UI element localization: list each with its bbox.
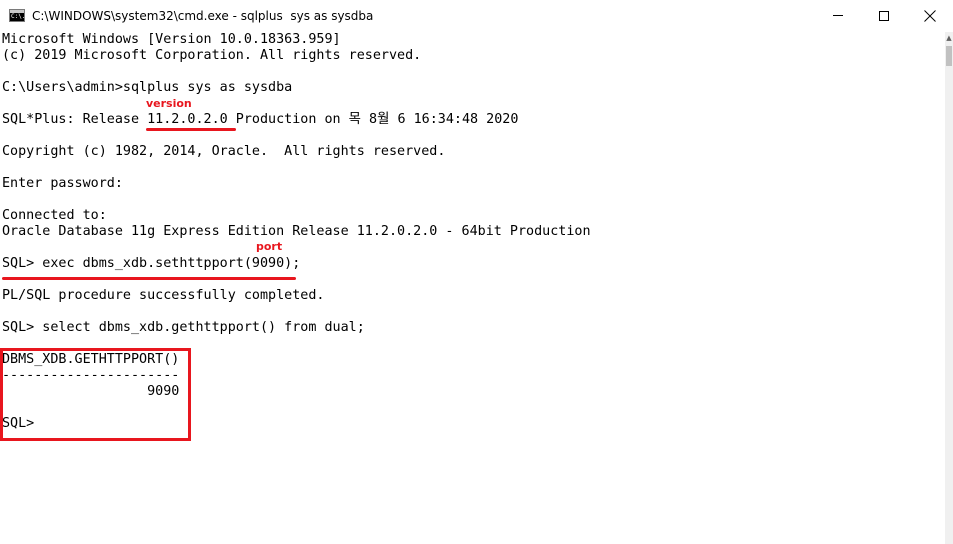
annotation-version-label: version xyxy=(146,97,192,110)
console-line: SQL> exec dbms_xdb.sethttpport(9090); xyxy=(2,256,301,271)
console-line: Copyright (c) 1982, 2014, Oracle. All ri… xyxy=(2,144,446,159)
annotation-result-box xyxy=(0,348,191,441)
title-bar[interactable]: C:\. C:\WINDOWS\system32\cmd.exe - sqlpl… xyxy=(0,0,953,32)
console-line: (c) 2019 Microsoft Corporation. All righ… xyxy=(2,48,422,63)
app-icon-label: C:\. xyxy=(11,13,26,20)
close-button[interactable] xyxy=(907,0,953,32)
vertical-scrollbar[interactable]: ▲ xyxy=(945,32,953,544)
window-title: C:\WINDOWS\system32\cmd.exe - sqlplus sy… xyxy=(32,9,374,23)
scroll-thumb[interactable] xyxy=(946,46,952,66)
maximize-button[interactable] xyxy=(861,0,907,32)
console-output[interactable]: Microsoft Windows [Version 10.0.18363.95… xyxy=(0,32,945,544)
minimize-icon xyxy=(833,15,843,16)
annotation-port-label: port xyxy=(256,240,283,253)
close-icon xyxy=(924,10,936,22)
annotation-version-underline xyxy=(146,128,236,131)
console-line: Oracle Database 11g Express Edition Rele… xyxy=(2,224,591,239)
console-line: Connected to: xyxy=(2,208,107,223)
console-line: SQL*Plus: Release 11.2.0.2.0 Production … xyxy=(2,112,519,127)
annotation-command-underline xyxy=(2,277,296,280)
console-line: Microsoft Windows [Version 10.0.18363.95… xyxy=(2,32,341,47)
console-line: Enter password: xyxy=(2,176,123,191)
maximize-icon xyxy=(879,11,889,21)
console-line: C:\Users\admin>sqlplus sys as sysdba xyxy=(2,80,293,95)
minimize-button[interactable] xyxy=(815,0,861,32)
cmd-app-icon[interactable]: C:\. xyxy=(9,9,25,22)
console-line: PL/SQL procedure successfully completed. xyxy=(2,288,325,303)
cmd-window: C:\. C:\WINDOWS\system32\cmd.exe - sqlpl… xyxy=(0,0,953,544)
console-line: SQL> select dbms_xdb.gethttpport() from … xyxy=(2,320,365,335)
scroll-up-arrow-icon[interactable]: ▲ xyxy=(945,32,953,44)
